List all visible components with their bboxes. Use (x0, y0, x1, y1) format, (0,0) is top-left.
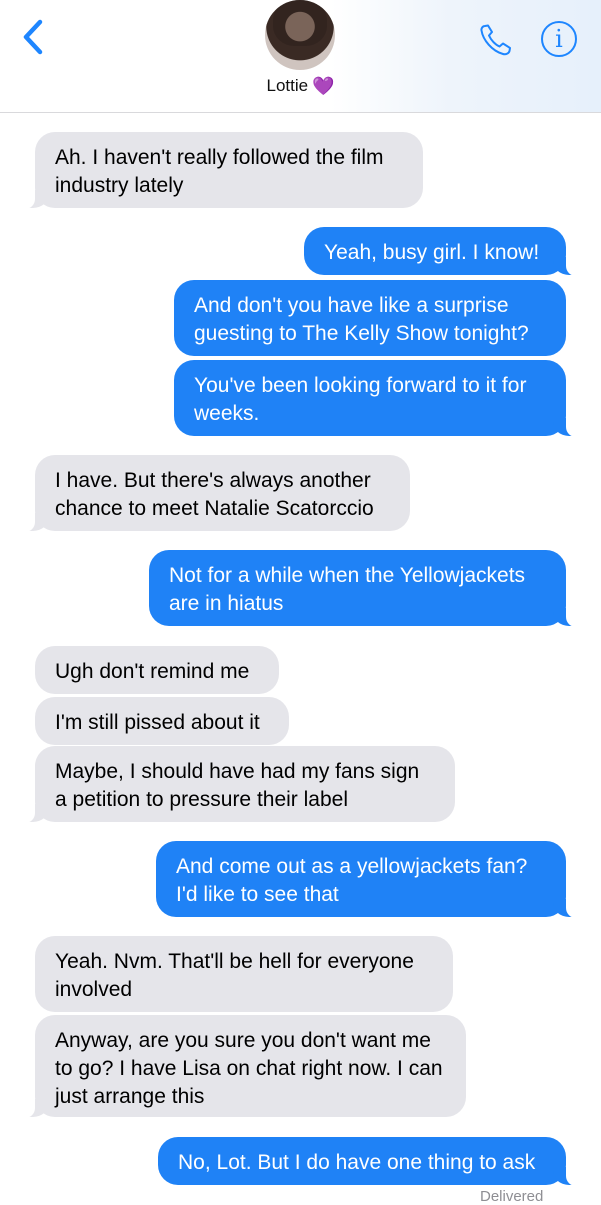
message-text: Ugh don't remind me (55, 660, 250, 683)
message-outgoing[interactable]: You've been looking forward to it for we… (174, 360, 580, 437)
contact-name-row[interactable]: Lottie 💜 (0, 76, 601, 97)
conversation-header: Lottie 💜 i (0, 0, 601, 113)
message-incoming[interactable]: I'm still pissed about it (35, 697, 289, 745)
message-text: Anyway, are you sure you don't want me t… (55, 1029, 443, 1108)
message-text: Maybe, I should have had my fans sign a … (55, 760, 420, 811)
message-text: Ah. I haven't really followed the film i… (55, 146, 384, 197)
message-outgoing[interactable]: Not for a while when the Yellowjackets a… (149, 550, 580, 627)
message-incoming[interactable]: Ah. I haven't really followed the film i… (23, 132, 423, 209)
message-text: Yeah, busy girl. I know! (324, 241, 540, 264)
message-text: Not for a while when the Yellowjackets a… (169, 564, 526, 615)
message-incoming[interactable]: Maybe, I should have had my fans sign a … (23, 746, 455, 823)
message-incoming[interactable]: Yeah. Nvm. That'll be hell for everyone … (35, 936, 453, 1012)
phone-icon[interactable] (478, 22, 514, 58)
message-incoming[interactable]: I have. But there's always another chanc… (23, 455, 410, 532)
info-icon[interactable]: i (541, 21, 577, 57)
message-text: Yeah. Nvm. That'll be hell for everyone … (55, 950, 414, 1001)
message-outgoing[interactable]: And come out as a yellowjackets fan? I'd… (156, 841, 580, 918)
message-text: And don't you have like a surprise guest… (194, 294, 529, 345)
heart-emoji: 💜 (312, 76, 335, 96)
message-text: I'm still pissed about it (55, 711, 260, 734)
message-text: No, Lot. But I do have one thing to ask (178, 1151, 536, 1174)
contact-name: Lottie (266, 76, 309, 95)
message-text: You've been looking forward to it for we… (194, 374, 527, 425)
chevron-left-icon[interactable] (18, 18, 48, 56)
message-incoming[interactable]: Ugh don't remind me (35, 646, 279, 694)
message-text: And come out as a yellowjackets fan? I'd… (176, 855, 528, 906)
message-outgoing[interactable]: Yeah, busy girl. I know! (304, 227, 580, 276)
message-outgoing[interactable]: No, Lot. But I do have one thing to ask (158, 1137, 580, 1186)
delivered-status: Delivered (480, 1188, 544, 1205)
message-outgoing[interactable]: And don't you have like a surprise guest… (174, 280, 566, 356)
avatar[interactable] (265, 0, 335, 70)
message-text: I have. But there's always another chanc… (55, 469, 374, 520)
message-incoming[interactable]: Anyway, are you sure you don't want me t… (23, 1015, 466, 1118)
